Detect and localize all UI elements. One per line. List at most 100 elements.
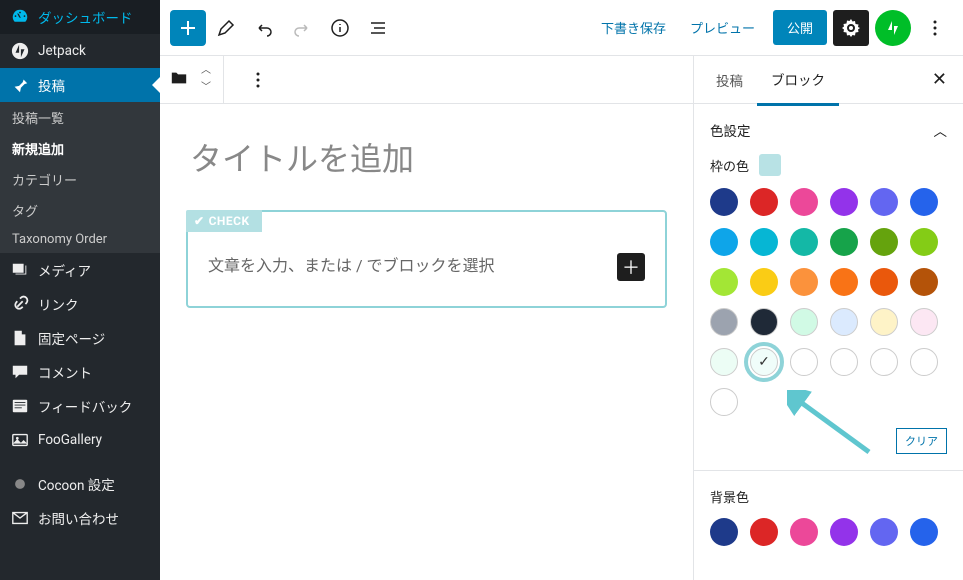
redo-button[interactable] — [284, 10, 320, 46]
sidebar-label: 固定ページ — [38, 328, 105, 348]
color-swatch[interactable] — [710, 518, 738, 546]
color-swatch[interactable] — [750, 348, 778, 376]
color-swatch[interactable] — [790, 518, 818, 546]
sidebar-label: ダッシュボード — [38, 7, 133, 27]
sidebar-sub-new[interactable]: 新規追加 — [0, 133, 160, 164]
preview-button[interactable]: プレビュー — [678, 10, 767, 45]
border-color-row: 枠の色 — [710, 154, 947, 176]
main-area: 下書き保存 プレビュー 公開 ︿ ﹀ タイトルを追加 — [160, 0, 963, 580]
add-block-button[interactable] — [170, 10, 206, 46]
sidebar-item-links[interactable]: リンク — [0, 287, 160, 321]
media-icon — [10, 260, 30, 280]
post-title-input[interactable]: タイトルを追加 — [190, 134, 673, 180]
sidebar-item-foogallery[interactable]: FooGallery — [0, 423, 160, 457]
gallery-icon — [10, 430, 30, 450]
color-swatch[interactable] — [910, 268, 938, 296]
comment-icon — [10, 362, 30, 382]
tab-block[interactable]: ブロック — [757, 56, 839, 106]
sidebar-label: FooGallery — [38, 432, 102, 448]
sidebar-item-comments[interactable]: コメント — [0, 355, 160, 389]
color-swatch[interactable] — [870, 348, 898, 376]
sidebar-sub-tags[interactable]: タグ — [0, 195, 160, 226]
color-swatch[interactable] — [830, 518, 858, 546]
color-swatch[interactable] — [790, 268, 818, 296]
color-swatch[interactable] — [830, 268, 858, 296]
settings-panel: 投稿 ブロック ✕ 色設定 ︿ 枠の色 クリア — [693, 56, 963, 580]
sidebar-item-pages[interactable]: 固定ページ — [0, 321, 160, 355]
color-swatch[interactable] — [910, 518, 938, 546]
color-swatch[interactable] — [870, 188, 898, 216]
folder-icon — [170, 69, 188, 91]
color-swatch[interactable] — [870, 268, 898, 296]
jetpack-button[interactable] — [875, 10, 911, 46]
color-swatch[interactable] — [750, 188, 778, 216]
color-swatch[interactable] — [790, 308, 818, 336]
block-placeholder[interactable]: 文章を入力、または / でブロックを選択 — [208, 252, 645, 276]
chevron-down-icon[interactable]: ﹀ — [201, 83, 211, 93]
color-swatch[interactable] — [830, 348, 858, 376]
sidebar-item-feedback[interactable]: フィードバック — [0, 389, 160, 423]
edit-mode-button[interactable] — [208, 10, 244, 46]
page-icon — [10, 328, 30, 348]
color-swatch[interactable] — [710, 388, 738, 416]
chevron-up-icon: ︿ — [934, 120, 948, 140]
color-swatch[interactable] — [710, 308, 738, 336]
publish-button[interactable]: 公開 — [773, 10, 827, 45]
color-swatch[interactable] — [750, 308, 778, 336]
sidebar-sub-list[interactable]: 投稿一覧 — [0, 102, 160, 133]
chevron-up-icon[interactable]: ︿ — [201, 66, 211, 76]
color-swatch[interactable] — [830, 188, 858, 216]
info-button[interactable] — [322, 10, 358, 46]
sidebar-label: Cocoon 設定 — [38, 474, 115, 494]
sidebar-sub-taxonomy[interactable]: Taxonomy Order — [0, 226, 160, 253]
block-more-button[interactable] — [240, 62, 276, 98]
check-block-label: ✔ CHECK — [186, 210, 262, 232]
color-swatch[interactable] — [750, 268, 778, 296]
sidebar-label: リンク — [38, 294, 79, 314]
color-section-toggle[interactable]: 色設定 ︿ — [710, 120, 947, 140]
add-inner-block-button[interactable]: ＋ — [617, 253, 645, 281]
more-menu-button[interactable] — [917, 10, 953, 46]
color-swatch[interactable] — [830, 228, 858, 256]
color-swatch[interactable] — [910, 308, 938, 336]
sidebar-label: Jetpack — [38, 43, 86, 59]
editor-canvas[interactable]: タイトルを追加 ✔ CHECK 文章を入力、または / でブロックを選択 ＋ — [160, 104, 693, 580]
undo-button[interactable] — [246, 10, 282, 46]
color-swatch[interactable] — [750, 518, 778, 546]
sidebar-item-jetpack[interactable]: Jetpack — [0, 34, 160, 68]
sidebar-item-media[interactable]: メディア — [0, 253, 160, 287]
color-swatch[interactable] — [910, 348, 938, 376]
save-draft-button[interactable]: 下書き保存 — [589, 10, 678, 45]
outline-button[interactable] — [360, 10, 396, 46]
color-swatch[interactable] — [790, 228, 818, 256]
bg-color-row: 背景色 — [710, 487, 947, 506]
close-panel-button[interactable]: ✕ — [924, 61, 955, 98]
sidebar-item-dashboard[interactable]: ダッシュボード — [0, 0, 160, 34]
color-swatch[interactable] — [910, 228, 938, 256]
color-swatch[interactable] — [830, 308, 858, 336]
border-color-label: 枠の色 — [710, 156, 749, 175]
color-swatch[interactable] — [710, 348, 738, 376]
color-swatch[interactable] — [710, 188, 738, 216]
color-swatch[interactable] — [870, 518, 898, 546]
link-icon — [10, 294, 30, 314]
color-section-title: 色設定 — [710, 120, 751, 140]
block-navigation[interactable]: ︿ ﹀ — [160, 56, 224, 103]
clear-color-button[interactable]: クリア — [896, 428, 947, 454]
color-swatch[interactable] — [870, 308, 898, 336]
color-swatch[interactable] — [910, 188, 938, 216]
sidebar-item-cocoon[interactable]: Cocoon 設定 — [0, 467, 160, 501]
sidebar-sub-categories[interactable]: カテゴリー — [0, 164, 160, 195]
settings-button[interactable] — [833, 10, 869, 46]
sidebar-item-contact[interactable]: お問い合わせ — [0, 501, 160, 535]
color-swatch[interactable] — [710, 228, 738, 256]
color-swatch[interactable] — [750, 228, 778, 256]
color-swatch[interactable] — [790, 188, 818, 216]
color-swatch[interactable] — [710, 268, 738, 296]
sidebar-item-posts[interactable]: 投稿 — [0, 68, 160, 102]
bg-color-swatches — [710, 518, 947, 546]
color-swatch[interactable] — [870, 228, 898, 256]
color-swatch[interactable] — [790, 348, 818, 376]
check-block[interactable]: ✔ CHECK 文章を入力、または / でブロックを選択 ＋ — [186, 210, 667, 308]
tab-post[interactable]: 投稿 — [702, 56, 757, 104]
